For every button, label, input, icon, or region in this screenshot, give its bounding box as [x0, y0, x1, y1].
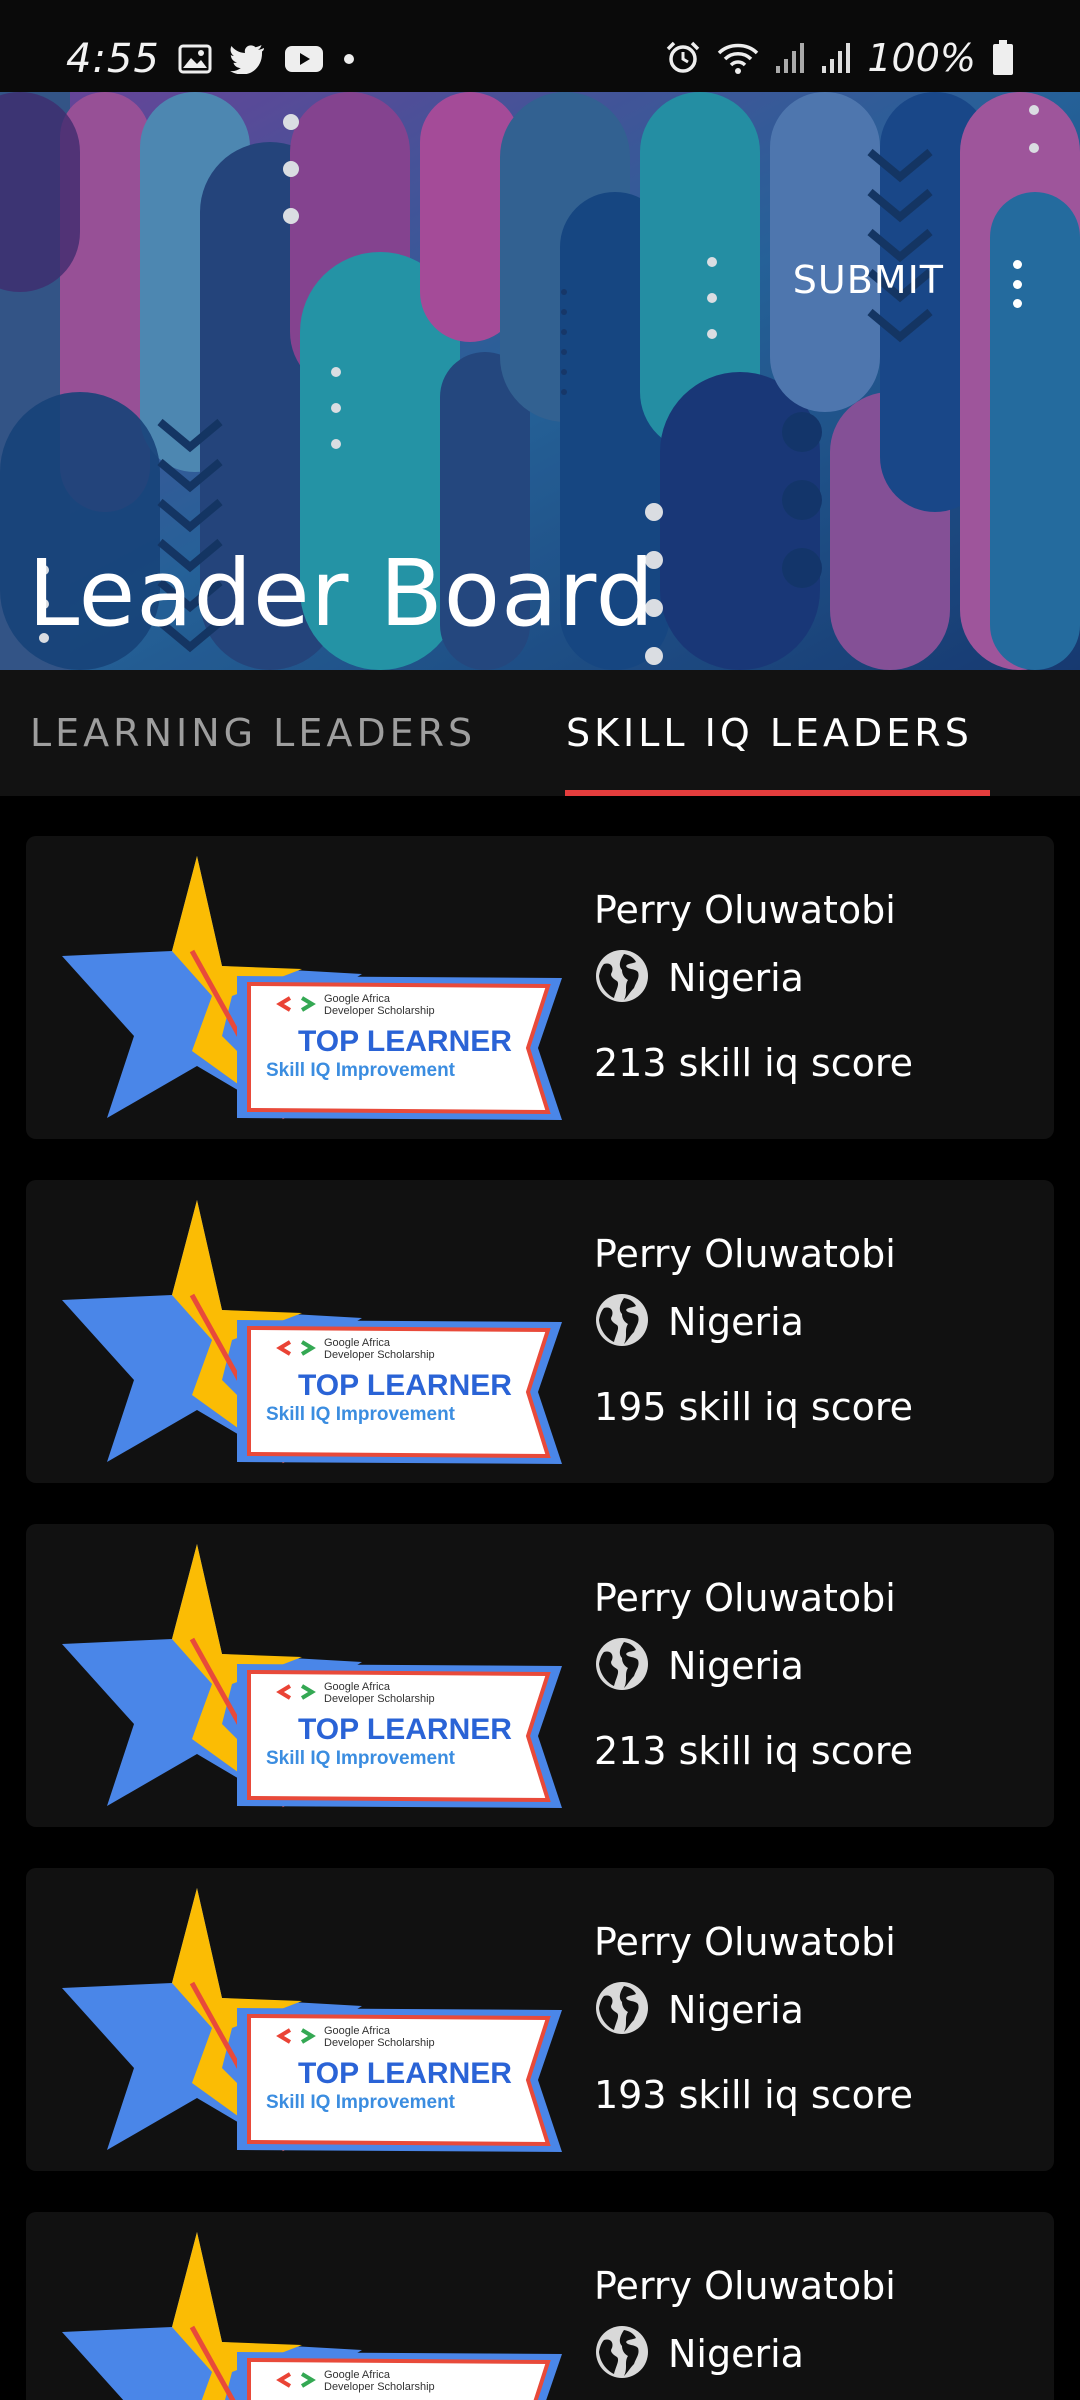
badge-subline: Skill IQ Improvement: [266, 1060, 456, 1081]
globe-icon: [594, 2324, 650, 2384]
leader-name: Perry Oluwatobi: [594, 1576, 896, 1620]
badge-subline: Skill IQ Improvement: [266, 1748, 456, 1769]
overflow-menu-icon[interactable]: [1002, 260, 1032, 308]
leader-card[interactable]: Google Africa Developer Scholarship TOP …: [26, 836, 1054, 1139]
badge-brand-line2: Developer Scholarship: [324, 1005, 435, 1017]
badge-headline: TOP LEARNER: [298, 1713, 512, 1746]
leader-country: Nigeria: [668, 1300, 804, 1344]
leader-name: Perry Oluwatobi: [594, 888, 896, 932]
page-title: Leader Board: [28, 540, 656, 647]
badge-brand-line1: Google Africa: [324, 2369, 391, 2381]
badge-headline: TOP LEARNER: [298, 1369, 512, 1402]
leader-country: Nigeria: [668, 956, 804, 1000]
globe-icon: [594, 948, 650, 1008]
gallery-icon: [178, 44, 212, 74]
leader-name: Perry Oluwatobi: [594, 1232, 896, 1276]
top-learner-badge: Google Africa Developer Scholarship TOP …: [62, 2232, 572, 2400]
badge-headline: TOP LEARNER: [298, 2057, 512, 2090]
top-learner-badge: Google Africa Developer Scholarship TOP …: [62, 1888, 572, 2156]
leader-card[interactable]: Google Africa Developer Scholarship TOP …: [26, 2212, 1054, 2400]
leaders-list[interactable]: Google Africa Developer Scholarship TOP …: [0, 796, 1080, 2400]
app-bar-header: SUBMIT Leader Board: [0, 92, 1080, 670]
badge-brand-line1: Google Africa: [324, 1681, 391, 1693]
leader-country: Nigeria: [668, 1988, 804, 2032]
badge-brand-line2: Developer Scholarship: [324, 1349, 435, 1361]
tab-learning-leaders[interactable]: LEARNING LEADERS: [30, 670, 476, 796]
signal-icon: [775, 42, 805, 74]
leader-card[interactable]: Google Africa Developer Scholarship TOP …: [26, 1180, 1054, 1483]
badge-subline: Skill IQ Improvement: [266, 2092, 456, 2113]
badge-brand-line1: Google Africa: [324, 1337, 391, 1349]
dot-icon: [342, 52, 356, 66]
tab-bar: LEARNING LEADERS SKILL IQ LEADERS: [0, 670, 1080, 796]
status-time: 4:55: [66, 36, 160, 82]
signal-icon: [821, 42, 851, 74]
leader-country: Nigeria: [668, 1644, 804, 1688]
leader-card[interactable]: Google Africa Developer Scholarship TOP …: [26, 1524, 1054, 1827]
badge-headline: TOP LEARNER: [298, 1025, 512, 1058]
battery-icon: [992, 40, 1014, 76]
leader-score: 213 skill iq score: [594, 1729, 914, 1773]
wifi-icon: [717, 41, 759, 75]
badge-brand-line1: Google Africa: [324, 993, 391, 1005]
battery-percent: 100%: [867, 36, 976, 80]
badge-brand-line2: Developer Scholarship: [324, 2037, 435, 2049]
status-bar: 4:55 100%: [0, 0, 1080, 92]
badge-subline: Skill IQ Improvement: [266, 1404, 456, 1425]
leader-country: Nigeria: [668, 2332, 804, 2376]
leader-score: 213 skill iq score: [594, 1041, 914, 1085]
badge-brand-line2: Developer Scholarship: [324, 2381, 435, 2393]
globe-icon: [594, 1636, 650, 1696]
submit-button[interactable]: SUBMIT: [793, 258, 944, 302]
leader-score: 193 skill iq score: [594, 2073, 914, 2117]
alarm-icon: [665, 40, 701, 76]
leader-name: Perry Oluwatobi: [594, 1920, 896, 1964]
top-learner-badge: Google Africa Developer Scholarship TOP …: [62, 856, 572, 1124]
top-learner-badge: Google Africa Developer Scholarship TOP …: [62, 1544, 572, 1812]
leader-card[interactable]: Google Africa Developer Scholarship TOP …: [26, 1868, 1054, 2171]
globe-icon: [594, 1980, 650, 2040]
leader-name: Perry Oluwatobi: [594, 2264, 896, 2308]
twitter-icon: [229, 44, 266, 74]
globe-icon: [594, 1292, 650, 1352]
badge-brand-line1: Google Africa: [324, 2025, 391, 2037]
leader-score: 195 skill iq score: [594, 1385, 914, 1429]
tab-skill-iq-leaders[interactable]: SKILL IQ LEADERS: [566, 670, 973, 796]
badge-brand-line2: Developer Scholarship: [324, 1693, 435, 1705]
youtube-icon: [284, 44, 324, 74]
top-learner-badge: Google Africa Developer Scholarship TOP …: [62, 1200, 572, 1468]
